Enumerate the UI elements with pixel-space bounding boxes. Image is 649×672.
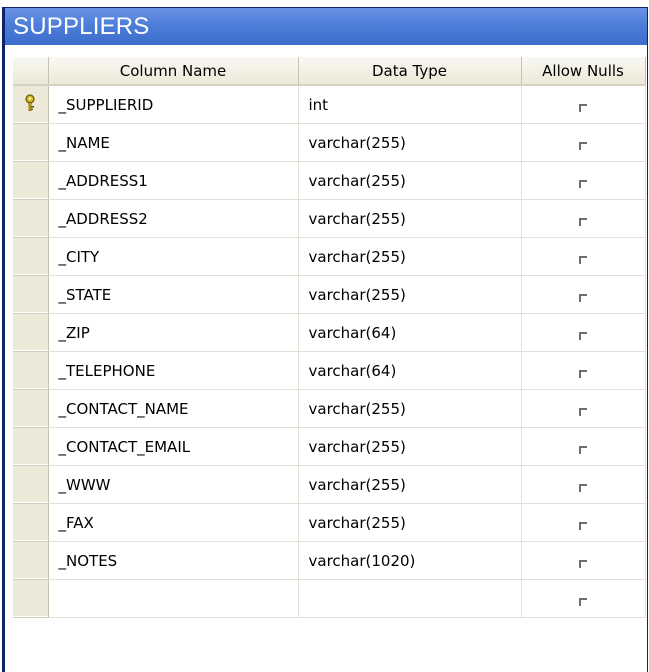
allow-nulls-checkbox[interactable] xyxy=(579,255,587,264)
allow-nulls-cell xyxy=(521,389,646,428)
allow-nulls-checkbox[interactable] xyxy=(579,293,587,302)
row-selector[interactable] xyxy=(13,275,49,314)
table-row[interactable]: _ADDRESS1 varchar(255) xyxy=(13,161,646,200)
row-selector[interactable] xyxy=(13,237,49,276)
allow-nulls-cell xyxy=(521,427,646,466)
data-type-cell[interactable]: varchar(255) xyxy=(298,389,522,428)
table-row[interactable]: _WWW varchar(255) xyxy=(13,465,646,504)
data-type-cell[interactable]: varchar(255) xyxy=(298,123,522,162)
column-name-cell[interactable]: _ADDRESS1 xyxy=(48,161,299,200)
column-name-cell[interactable]: _NOTES xyxy=(48,541,299,580)
data-type-cell[interactable]: varchar(255) xyxy=(298,503,522,542)
row-selector[interactable] xyxy=(13,503,49,542)
table-row[interactable]: _NOTES varchar(1020) xyxy=(13,541,646,580)
row-selector[interactable] xyxy=(13,427,49,466)
row-selector[interactable] xyxy=(13,389,49,428)
column-name-cell[interactable] xyxy=(48,579,299,618)
column-name-cell[interactable]: _WWW xyxy=(48,465,299,504)
allow-nulls-cell xyxy=(521,275,646,314)
column-name-header[interactable]: Column Name xyxy=(48,57,299,86)
data-type-cell[interactable]: varchar(255) xyxy=(298,199,522,238)
allow-nulls-cell xyxy=(521,199,646,238)
table-row[interactable] xyxy=(13,579,646,618)
table-row[interactable]: _FAX varchar(255) xyxy=(13,503,646,542)
row-selector[interactable] xyxy=(13,351,49,390)
table-row[interactable]: _CITY varchar(255) xyxy=(13,237,646,276)
allow-nulls-checkbox[interactable] xyxy=(579,141,587,150)
allow-nulls-checkbox[interactable] xyxy=(579,483,587,492)
key-icon xyxy=(23,93,37,116)
data-type-cell[interactable] xyxy=(298,579,522,618)
table-row[interactable]: _ADDRESS2 varchar(255) xyxy=(13,199,646,238)
column-name-cell[interactable]: _NAME xyxy=(48,123,299,162)
allow-nulls-cell xyxy=(521,351,646,390)
allow-nulls-cell xyxy=(521,541,646,580)
row-selector[interactable] xyxy=(13,465,49,504)
data-type-cell[interactable]: varchar(255) xyxy=(298,465,522,504)
row-selector[interactable] xyxy=(13,85,49,124)
data-type-cell[interactable]: varchar(1020) xyxy=(298,541,522,580)
column-name-cell[interactable]: _TELEPHONE xyxy=(48,351,299,390)
window-title[interactable]: SUPPLIERS xyxy=(5,8,647,45)
table-row[interactable]: _NAME varchar(255) xyxy=(13,123,646,162)
data-type-cell[interactable]: varchar(255) xyxy=(298,161,522,200)
columns-grid: Column Name Data Type Allow Nulls _SUPPL… xyxy=(13,57,646,618)
data-type-cell[interactable]: varchar(255) xyxy=(298,427,522,466)
table-designer-window: SUPPLIERS Column Name Data Type Allow Nu… xyxy=(2,7,648,672)
data-type-header[interactable]: Data Type xyxy=(298,57,522,86)
allow-nulls-cell xyxy=(521,313,646,352)
allow-nulls-cell xyxy=(521,237,646,276)
allow-nulls-checkbox[interactable] xyxy=(579,521,587,530)
grid-header-row: Column Name Data Type Allow Nulls xyxy=(13,57,646,86)
allow-nulls-checkbox[interactable] xyxy=(579,445,587,454)
allow-nulls-checkbox[interactable] xyxy=(579,103,587,112)
column-name-cell[interactable]: _CITY xyxy=(48,237,299,276)
table-row[interactable]: _TELEPHONE varchar(64) xyxy=(13,351,646,390)
allow-nulls-header[interactable]: Allow Nulls xyxy=(521,57,646,86)
allow-nulls-checkbox[interactable] xyxy=(579,407,587,416)
data-type-cell[interactable]: varchar(64) xyxy=(298,351,522,390)
table-row[interactable]: _SUPPLIERID int xyxy=(13,85,646,124)
allow-nulls-cell xyxy=(521,579,646,618)
row-selector[interactable] xyxy=(13,579,49,618)
column-name-cell[interactable]: _ZIP xyxy=(48,313,299,352)
allow-nulls-cell xyxy=(521,161,646,200)
allow-nulls-checkbox[interactable] xyxy=(579,331,587,340)
data-type-cell[interactable]: int xyxy=(298,85,522,124)
row-selector-header[interactable] xyxy=(13,57,49,86)
data-type-cell[interactable]: varchar(255) xyxy=(298,275,522,314)
data-type-cell[interactable]: varchar(64) xyxy=(298,313,522,352)
allow-nulls-cell xyxy=(521,85,646,124)
table-row[interactable]: _CONTACT_NAME varchar(255) xyxy=(13,389,646,428)
data-type-cell[interactable]: varchar(255) xyxy=(298,237,522,276)
column-name-cell[interactable]: _CONTACT_EMAIL xyxy=(48,427,299,466)
allow-nulls-checkbox[interactable] xyxy=(579,559,587,568)
row-selector[interactable] xyxy=(13,161,49,200)
table-row[interactable]: _ZIP varchar(64) xyxy=(13,313,646,352)
column-name-cell[interactable]: _SUPPLIERID xyxy=(48,85,299,124)
table-row[interactable]: _STATE varchar(255) xyxy=(13,275,646,314)
column-name-cell[interactable]: _STATE xyxy=(48,275,299,314)
allow-nulls-cell xyxy=(521,503,646,542)
column-name-cell[interactable]: _CONTACT_NAME xyxy=(48,389,299,428)
allow-nulls-cell xyxy=(521,465,646,504)
allow-nulls-checkbox[interactable] xyxy=(579,217,587,226)
row-selector[interactable] xyxy=(13,199,49,238)
table-row[interactable]: _CONTACT_EMAIL varchar(255) xyxy=(13,427,646,466)
allow-nulls-checkbox[interactable] xyxy=(579,179,587,188)
allow-nulls-cell xyxy=(521,123,646,162)
row-selector[interactable] xyxy=(13,313,49,352)
grid-body: _SUPPLIERID int _NAME varchar(255) _ADDRESS1… xyxy=(13,85,646,618)
row-selector[interactable] xyxy=(13,123,49,162)
row-selector[interactable] xyxy=(13,541,49,580)
allow-nulls-checkbox[interactable] xyxy=(579,369,587,378)
allow-nulls-checkbox[interactable] xyxy=(579,597,587,606)
column-name-cell[interactable]: _FAX xyxy=(48,503,299,542)
column-name-cell[interactable]: _ADDRESS2 xyxy=(48,199,299,238)
